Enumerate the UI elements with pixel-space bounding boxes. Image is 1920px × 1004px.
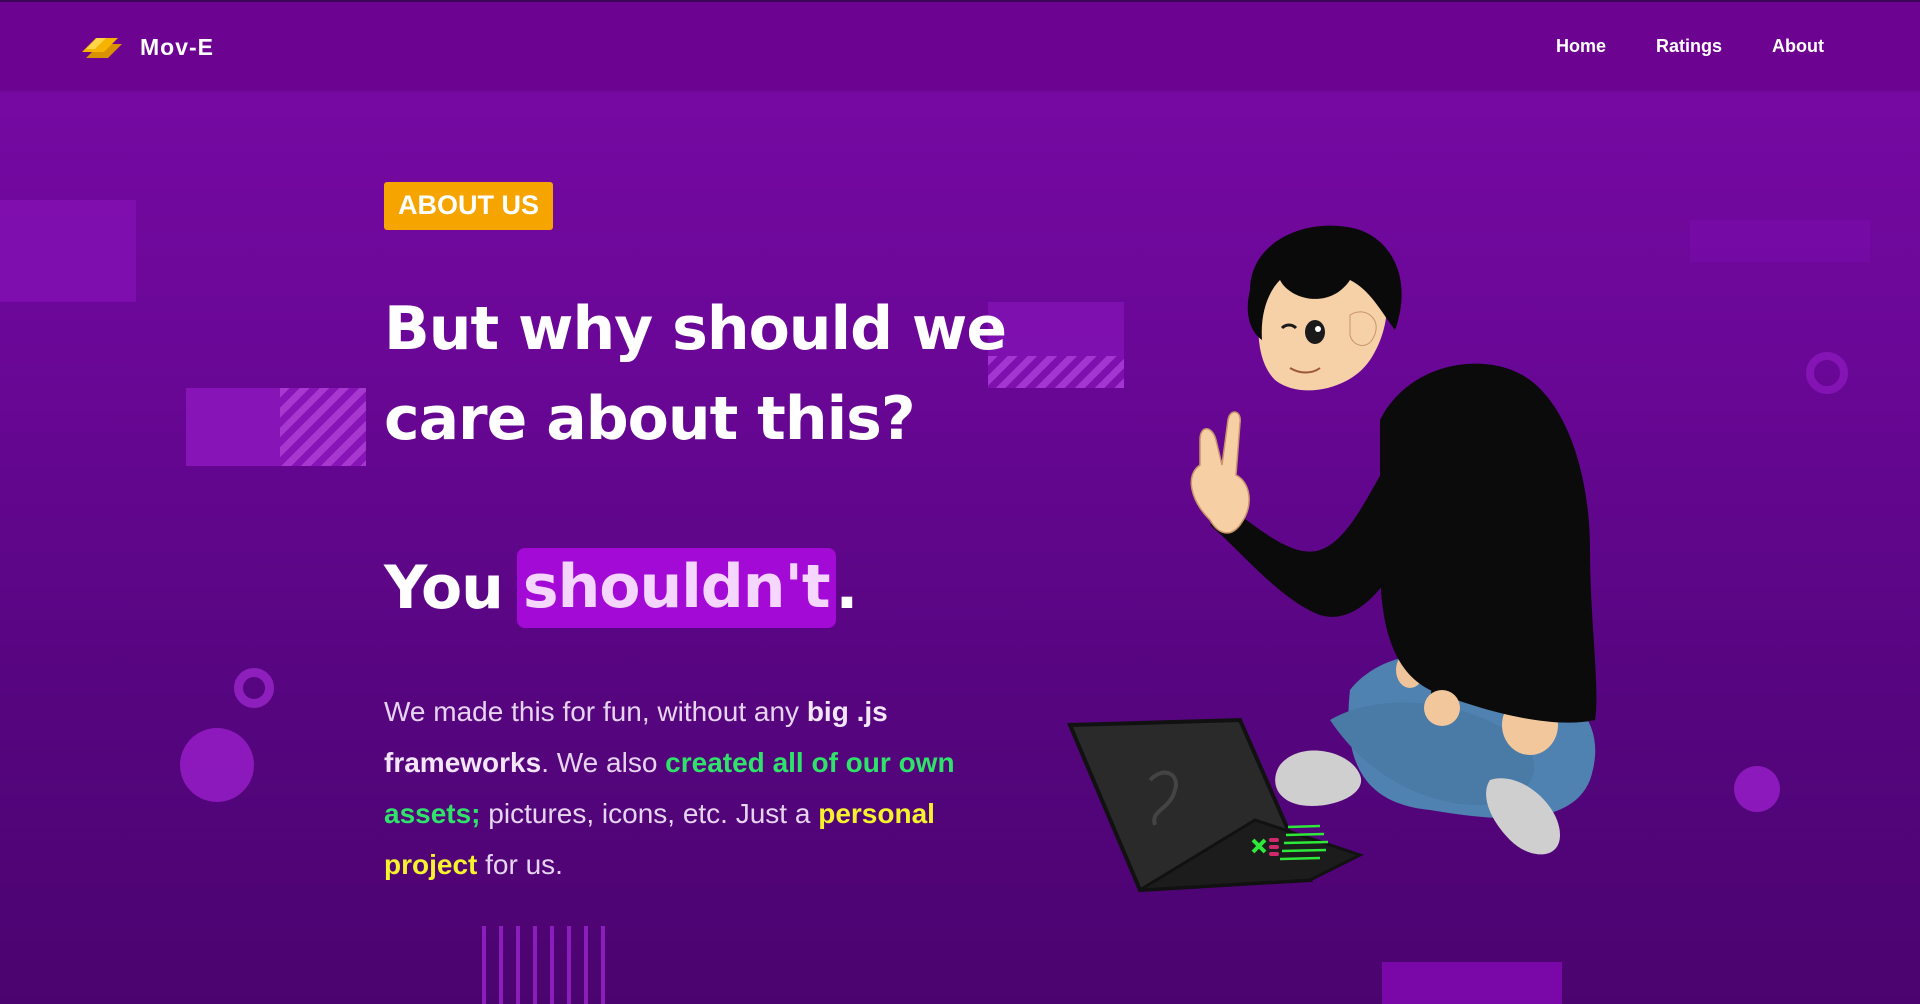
punchline-prefix: You: [384, 553, 504, 623]
nav-link-ratings[interactable]: Ratings: [1656, 36, 1722, 57]
nav-link-home[interactable]: Home: [1556, 36, 1606, 57]
headline-line: But why should we: [384, 294, 1007, 364]
punchline-highlight: shouldn't: [516, 548, 836, 628]
decor-rectangle: [0, 200, 136, 302]
ticket-logo-icon: [82, 38, 122, 58]
page: Mov-E Home Ratings About ABOUT US But wh…: [0, 0, 1920, 1004]
emphasis-yellow-text: project: [384, 849, 478, 880]
emphasis-green-text: created all of our own: [665, 747, 955, 778]
brand-name: Mov-E: [140, 33, 214, 60]
decor-stripes: [280, 388, 366, 466]
emphasis-green-text: assets;: [384, 798, 481, 829]
nav-links: Home Ratings About: [1556, 36, 1824, 57]
navbar: Mov-E Home Ratings About: [0, 0, 1920, 90]
decor-ring: [234, 668, 274, 708]
brand[interactable]: Mov-E: [80, 32, 214, 62]
emphasis-yellow-text: personal: [818, 798, 935, 829]
section-tag: ABOUT US: [384, 182, 553, 230]
punchline-suffix: .: [835, 553, 859, 623]
decor-bars: [482, 926, 618, 1004]
about-section: ABOUT US But why should we care about th…: [384, 182, 1024, 890]
decor-rectangle: [1382, 962, 1562, 1004]
emphasis-text: frameworks: [384, 747, 542, 778]
decor-rectangle: [1690, 220, 1870, 262]
boy-with-laptop-illustration: [1067, 225, 1597, 893]
nav-link-about[interactable]: About: [1772, 36, 1824, 57]
headline: But why should we care about this?: [384, 284, 1024, 464]
description-text: for us.: [477, 849, 563, 880]
punchline: You shouldn't .: [384, 548, 1024, 628]
headline-line: care about this?: [384, 384, 916, 454]
emphasis-text: big .js: [806, 696, 888, 727]
description: We made this for fun, without any big .j…: [384, 686, 1014, 890]
decor-ring: [1806, 352, 1848, 394]
description-text: We made this for fun, without any: [384, 696, 807, 727]
decor-circle: [180, 728, 254, 802]
decor-circle: [1734, 766, 1780, 812]
description-text: . We also: [541, 747, 666, 778]
description-text: pictures, icons, etc. Just a: [480, 798, 819, 829]
